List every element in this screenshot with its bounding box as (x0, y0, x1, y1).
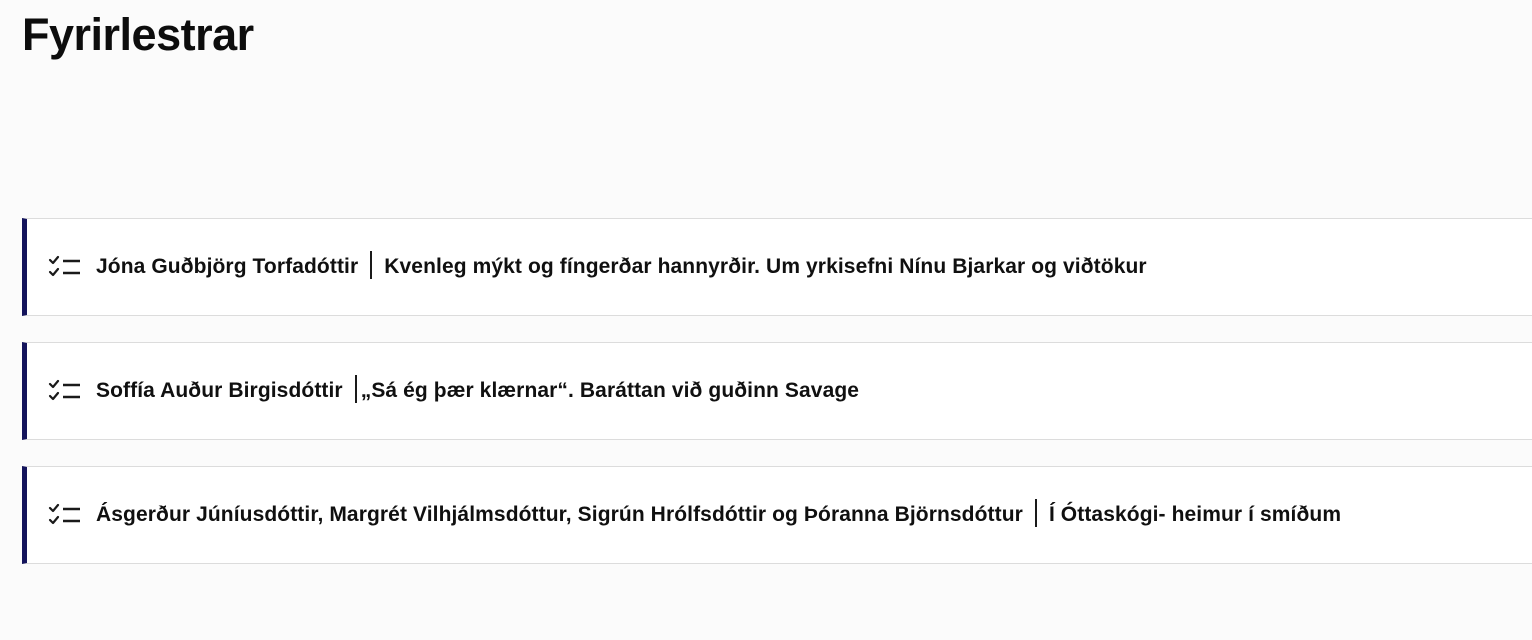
lecture-title: Í Óttaskógi- heimur í smíðum (1048, 503, 1342, 526)
checklist-icon (48, 255, 82, 279)
lecture-speaker: Soffía Auður Birgisdóttir (96, 379, 343, 402)
lecture-speaker: Ásgerður Júníusdóttir, Margrét Vilhjálms… (96, 503, 1023, 526)
checklist-icon (48, 503, 82, 527)
page-title: Fyrirlestrar (22, 9, 254, 60)
lecture-title: Kvenleg mýkt og fíngerðar hannyrðir. Um … (384, 255, 1147, 278)
checklist-icon (48, 379, 82, 403)
lecture-title: „Sá ég þær klærnar“. Baráttan við guðinn… (360, 379, 860, 402)
lecture-separator (354, 375, 357, 403)
lecture-separator (370, 251, 373, 279)
lecture-item[interactable]: Ásgerður Júníusdóttir, Margrét Vilhjálms… (22, 466, 1532, 564)
lecture-item[interactable]: Soffía Auður Birgisdóttir „Sá ég þær klæ… (22, 342, 1532, 440)
lecture-speaker: Jóna Guðbjörg Torfadóttir (96, 255, 359, 278)
lecture-item[interactable]: Jóna Guðbjörg Torfadóttir Kvenleg mýkt o… (22, 218, 1532, 316)
lecture-list: Jóna Guðbjörg Torfadóttir Kvenleg mýkt o… (22, 218, 1532, 590)
lecture-separator (1034, 499, 1037, 527)
